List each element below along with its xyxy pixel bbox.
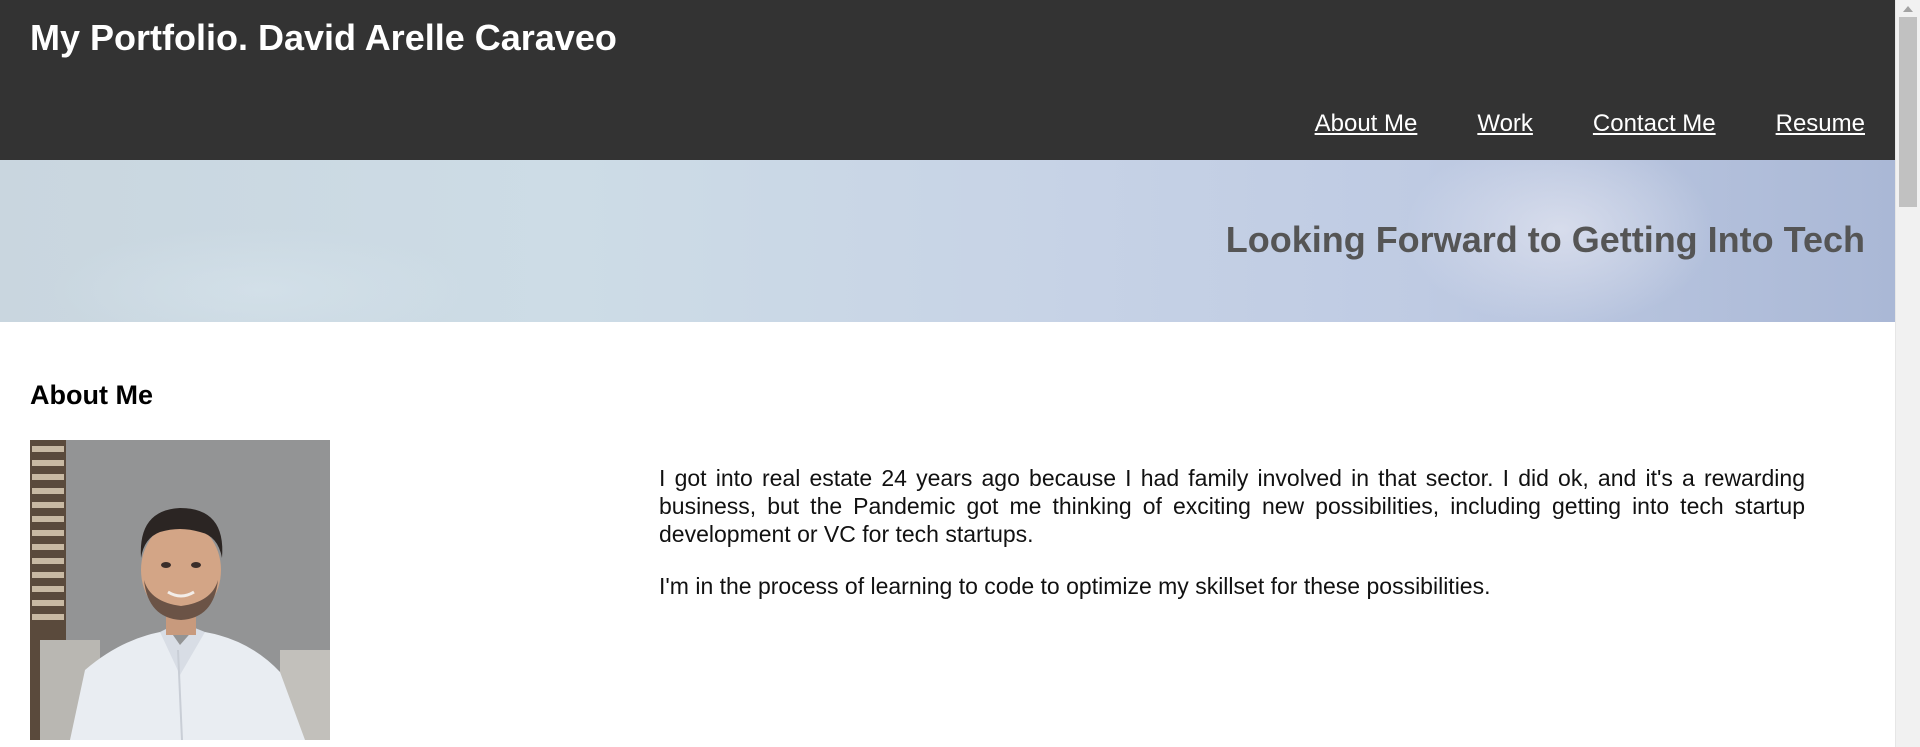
about-paragraph-2: I'm in the process of learning to code t… xyxy=(659,573,1491,599)
nav-link-about-me[interactable]: About Me xyxy=(1315,108,1418,140)
about-paragraph-1: I got into real estate 24 years ago beca… xyxy=(659,465,1805,547)
scroll-up-arrow-icon[interactable] xyxy=(1896,0,1920,17)
profile-photo xyxy=(30,440,330,740)
site-title: My Portfolio. David Arelle Caraveo xyxy=(30,17,617,58)
site-header: My Portfolio. David Arelle Caraveo About… xyxy=(0,0,1895,160)
about-me-text: I got into real estate 24 years ago beca… xyxy=(659,464,1805,624)
scrollbar-thumb[interactable] xyxy=(1899,17,1917,207)
portrait-photo-icon xyxy=(30,440,330,740)
about-me-heading: About Me xyxy=(30,380,153,410)
nav-link-contact-me[interactable]: Contact Me xyxy=(1593,108,1716,140)
hero-banner: Looking Forward to Getting Into Tech xyxy=(0,160,1895,322)
hero-heading: Looking Forward to Getting Into Tech xyxy=(1225,219,1865,260)
vertical-scrollbar[interactable] xyxy=(1895,0,1920,747)
nav-link-work[interactable]: Work xyxy=(1477,108,1533,140)
main-nav: About Me Work Contact Me Resume xyxy=(1255,108,1865,140)
page: My Portfolio. David Arelle Caraveo About… xyxy=(0,0,1920,747)
nav-link-resume[interactable]: Resume xyxy=(1776,108,1865,140)
